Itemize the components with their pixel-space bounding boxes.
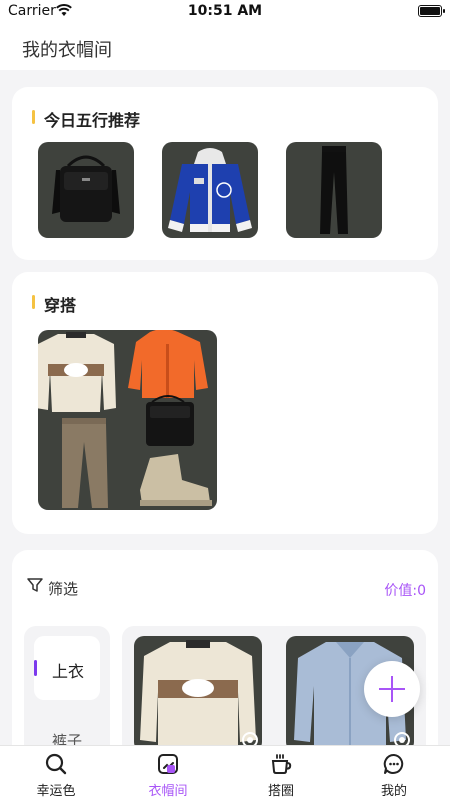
- tab-bar: 幸运色 衣帽间 搭圈 我的: [0, 745, 450, 800]
- plus-icon: [379, 676, 405, 702]
- recommend-item-jacket[interactable]: [162, 142, 258, 238]
- tab-label: 我的: [380, 784, 407, 799]
- recommend-title: 今日五行推荐: [32, 107, 140, 131]
- tab-label: 衣帽间: [148, 784, 188, 799]
- clock: 10:51 AM: [187, 3, 263, 19]
- trousers-icon: [320, 146, 348, 234]
- search-icon: [45, 753, 67, 775]
- page-title: 我的衣帽间: [22, 40, 112, 61]
- add-item-button[interactable]: [364, 661, 420, 717]
- recommend-card: 今日五行推荐: [12, 87, 438, 260]
- recommend-item-trousers[interactable]: [286, 142, 382, 238]
- jacket-icon: [168, 148, 252, 232]
- outfit-collage[interactable]: [38, 330, 217, 510]
- tab-label: 幸运色: [36, 784, 76, 799]
- category-item-tops[interactable]: 上衣: [34, 636, 100, 700]
- battery-icon: [418, 5, 445, 17]
- tab-mine[interactable]: 我的: [338, 746, 450, 800]
- value-label: 价值:0: [384, 583, 426, 599]
- outfit-title: 穿搭: [32, 292, 76, 316]
- tab-label: 搭圈: [267, 784, 294, 799]
- shoulder-bag-icon: [52, 155, 120, 222]
- wardrobe-item-sweatshirt[interactable]: [134, 636, 262, 752]
- chat-bubble-icon: [383, 753, 404, 774]
- tab-lucky-color[interactable]: 幸运色: [0, 746, 112, 800]
- recommend-item-bag[interactable]: [38, 142, 134, 238]
- filter-button[interactable]: 筛选: [48, 578, 78, 599]
- wardrobe-icon: [158, 754, 178, 774]
- outfit-card: 穿搭: [12, 272, 438, 534]
- tab-circle[interactable]: 搭圈: [225, 746, 337, 800]
- category-label: 上衣: [52, 662, 85, 681]
- tab-wardrobe[interactable]: 衣帽间: [112, 746, 224, 800]
- outfit-collage-image: [38, 330, 212, 508]
- nav-header: 我的衣帽间: [0, 24, 450, 70]
- coffee-cup-icon: [271, 754, 292, 774]
- filter-icon[interactable]: [26, 576, 44, 594]
- status-bar: Carrier 10:51 AM: [0, 0, 450, 24]
